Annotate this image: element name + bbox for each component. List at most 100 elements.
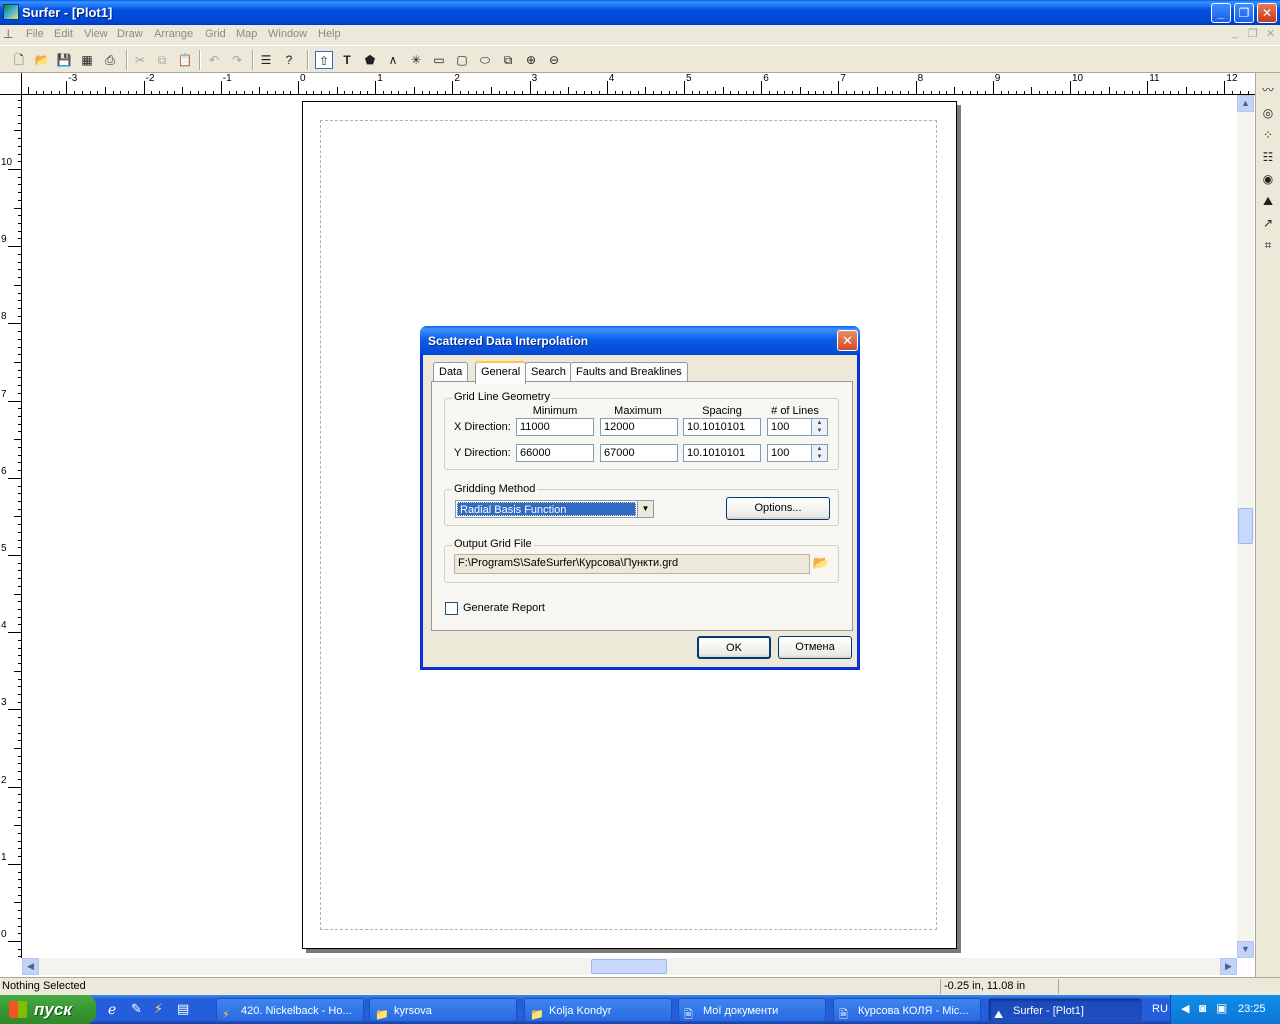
quicklaunch-ie-icon[interactable]: ℯ bbox=[108, 1001, 116, 1018]
minimize-button[interactable]: _ bbox=[1211, 3, 1231, 23]
y-lines-spinner[interactable]: ▲ ▼ bbox=[812, 444, 828, 462]
task-word[interactable]: 🗎 Курсова КОЛЯ - Mic... bbox=[833, 998, 981, 1022]
x-minimum-input[interactable]: 11000 bbox=[516, 418, 594, 436]
menu-window[interactable]: Window bbox=[268, 28, 307, 40]
y-spacing-input[interactable]: 10.1010101 bbox=[683, 444, 761, 462]
zoom-in-icon[interactable]: ⊕ bbox=[522, 51, 540, 69]
tab-data[interactable]: Data bbox=[433, 362, 469, 382]
y-lines-input[interactable]: 100 bbox=[767, 444, 812, 462]
scroll-right-button[interactable]: ▶ bbox=[1220, 958, 1237, 975]
cut-icon[interactable]: ✂ bbox=[131, 51, 149, 69]
wireframe-icon[interactable]: ⌗ bbox=[1259, 236, 1277, 254]
restore-button[interactable]: ❐ bbox=[1234, 3, 1254, 23]
text-icon[interactable]: T bbox=[338, 51, 356, 69]
quicklaunch-app-icon[interactable]: ▤ bbox=[177, 1001, 189, 1017]
rounded-rectangle-icon[interactable]: ▢ bbox=[453, 51, 471, 69]
symbol-icon[interactable]: ✳ bbox=[407, 51, 425, 69]
y-maximum-input[interactable]: 67000 bbox=[600, 444, 678, 462]
h-ruler-label: 0 bbox=[300, 73, 306, 84]
task-music[interactable]: ⚡ 420. Nickelback - Ho... bbox=[216, 998, 364, 1022]
worksheet-icon[interactable]: ▦ bbox=[78, 51, 96, 69]
language-indicator[interactable]: RU bbox=[1152, 1003, 1168, 1015]
menu-help[interactable]: Help bbox=[318, 28, 341, 40]
tab-search[interactable]: Search bbox=[525, 362, 572, 382]
tray-app-icon[interactable]: ◙ bbox=[1199, 1001, 1206, 1015]
task-kyrsova[interactable]: 📁 kyrsova bbox=[369, 998, 517, 1022]
scroll-down-button[interactable]: ▼ bbox=[1237, 941, 1254, 958]
open-icon[interactable]: 📂 bbox=[33, 51, 51, 69]
zoom-out-icon[interactable]: ⊖ bbox=[545, 51, 563, 69]
tray-app-icon[interactable]: ▣ bbox=[1216, 1001, 1227, 1015]
mdi-minimize-icon[interactable]: _ bbox=[1232, 27, 1238, 39]
ok-button[interactable]: OK bbox=[697, 636, 771, 659]
image-map-icon[interactable]: ◉ bbox=[1259, 170, 1277, 188]
doc-icon[interactable]: ⊥ bbox=[3, 27, 17, 42]
x-lines-spinner[interactable]: ▲ ▼ bbox=[812, 418, 828, 436]
clock[interactable]: 23:25 bbox=[1238, 1003, 1266, 1015]
menu-grid[interactable]: Grid bbox=[205, 28, 226, 40]
classed-post-icon[interactable]: ☷ bbox=[1259, 148, 1277, 166]
horizontal-scrollbar[interactable]: ◀ ▶ bbox=[22, 958, 1237, 975]
browse-folder-icon[interactable]: 📂 bbox=[812, 555, 830, 573]
ellipse-icon[interactable]: ⬭ bbox=[476, 51, 494, 69]
cancel-button[interactable]: Отмена bbox=[778, 636, 852, 659]
tab-general[interactable]: General bbox=[475, 361, 527, 384]
menu-file[interactable]: File bbox=[26, 28, 44, 40]
select-arrow-icon[interactable]: ⇧ bbox=[315, 51, 333, 69]
post-map-icon[interactable]: ⁘ bbox=[1259, 126, 1277, 144]
tray-expand-icon[interactable]: ◀ bbox=[1181, 1002, 1189, 1015]
scroll-left-button[interactable]: ◀ bbox=[22, 958, 39, 975]
tab-faults-and-breaklines[interactable]: Faults and Breaklines bbox=[570, 362, 688, 382]
task-documents[interactable]: 🗎 Мої документи bbox=[678, 998, 826, 1022]
task-surfer[interactable]: ⛰ Surfer - [Plot1] bbox=[988, 998, 1142, 1022]
output-path-input[interactable]: F:\ProgramS\SafeSurfer\Курсова\Пункти.gr… bbox=[454, 554, 810, 574]
mdi-restore-icon[interactable]: ❐ bbox=[1248, 27, 1258, 40]
options-button[interactable]: Options... bbox=[726, 497, 830, 520]
quicklaunch-word-icon[interactable]: ✎ bbox=[131, 1001, 142, 1017]
context-help-icon[interactable]: ? bbox=[280, 51, 298, 69]
menu-arrange[interactable]: Arrange bbox=[154, 28, 193, 40]
shaded-relief-icon[interactable]: ⛰ bbox=[1259, 192, 1277, 210]
title-bar[interactable]: Surfer - [Plot1] _ ❐ ✕ bbox=[0, 0, 1280, 25]
vertical-scroll-thumb[interactable] bbox=[1238, 508, 1253, 544]
app-icon[interactable] bbox=[3, 4, 19, 20]
vector-map-icon[interactable]: ↗ bbox=[1259, 214, 1277, 232]
toolbar-separator bbox=[307, 50, 309, 70]
menu-map[interactable]: Map bbox=[236, 28, 257, 40]
quicklaunch-surfer-icon[interactable]: ⚡ bbox=[154, 1001, 163, 1017]
chevron-down-icon[interactable]: ▼ bbox=[637, 501, 653, 517]
close-button[interactable]: ✕ bbox=[1257, 3, 1277, 23]
menu-edit[interactable]: Edit bbox=[54, 28, 73, 40]
print-icon[interactable]: ⎙ bbox=[101, 51, 119, 69]
menu-view[interactable]: View bbox=[84, 28, 108, 40]
dialog-close-icon[interactable]: ✕ bbox=[837, 330, 858, 351]
task-kolja[interactable]: 📁 Kolja Kondyr bbox=[524, 998, 672, 1022]
mdi-close-icon[interactable]: ✕ bbox=[1266, 27, 1275, 40]
scroll-up-button[interactable]: ▲ bbox=[1237, 95, 1254, 112]
rectangle-icon[interactable]: ▭ bbox=[430, 51, 448, 69]
x-lines-input[interactable]: 100 bbox=[767, 418, 812, 436]
dialog-title[interactable]: Scattered Data Interpolation bbox=[420, 326, 860, 355]
contour-map-icon[interactable]: 〰 bbox=[1259, 81, 1277, 99]
status-divider bbox=[1058, 979, 1059, 994]
redo-icon[interactable]: ↷ bbox=[228, 51, 246, 69]
x-spacing-input[interactable]: 10.1010101 bbox=[683, 418, 761, 436]
paste-icon[interactable]: 📋 bbox=[176, 51, 194, 69]
save-icon[interactable]: 💾 bbox=[55, 51, 73, 69]
undo-icon[interactable]: ↶ bbox=[205, 51, 223, 69]
reshape-icon[interactable]: ⧉ bbox=[499, 51, 517, 69]
base-map-icon[interactable]: ◎ bbox=[1259, 104, 1277, 122]
new-icon[interactable]: 🗋 bbox=[10, 51, 28, 69]
polygon-icon[interactable]: ⬟ bbox=[361, 51, 379, 69]
x-maximum-input[interactable]: 12000 bbox=[600, 418, 678, 436]
vertical-scrollbar[interactable]: ▲ ▼ bbox=[1237, 95, 1254, 958]
polyline-icon[interactable]: ∧ bbox=[384, 51, 402, 69]
object-manager-icon[interactable]: ☰ bbox=[257, 51, 275, 69]
copy-icon[interactable]: ⧉ bbox=[153, 51, 171, 69]
start-button[interactable]: пуск bbox=[0, 995, 96, 1024]
menu-draw[interactable]: Draw bbox=[117, 28, 143, 40]
generate-report-checkbox[interactable] bbox=[445, 602, 458, 615]
y-minimum-input[interactable]: 66000 bbox=[516, 444, 594, 462]
horizontal-scroll-thumb[interactable] bbox=[591, 959, 667, 974]
gridding-method-select[interactable]: Radial Basis Function ▼ bbox=[455, 500, 654, 518]
